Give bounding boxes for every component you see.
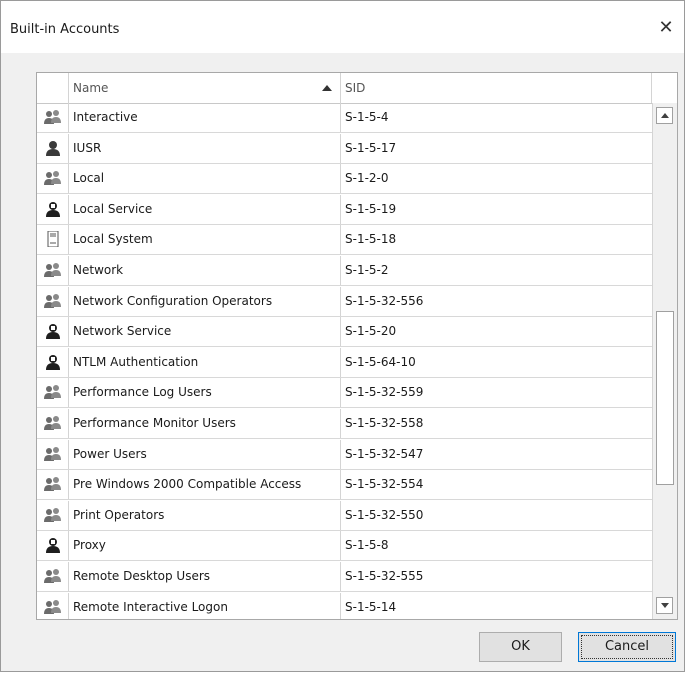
account-name: Remote Interactive Logon [69,592,341,619]
account-sid: S-1-5-19 [345,201,397,216]
account-sid: S-1-5-2 [345,263,389,277]
table-row[interactable]: Local System S-1-5-18 [37,225,652,256]
group-icon [37,256,69,285]
account-name: Performance Log Users [69,378,341,408]
account-name: IUSR [69,133,341,163]
account-sid: S-1-2-0 [345,171,389,186]
grid-header: Name SID [37,73,677,104]
service-account-icon [37,531,69,561]
account-sid: S-1-5-32-555 [345,569,424,583]
account-name: Network Configuration Operators [69,286,341,316]
table-row[interactable]: Network S-1-5-2 [37,256,652,286]
account-sid: S-1-5-32-547 [345,446,424,461]
sid-column-header[interactable]: SID [341,73,652,103]
scroll-down-icon [661,603,669,608]
account-sid: S-1-5-20 [345,324,397,339]
table-row[interactable]: Network Service S-1-5-20 [37,317,652,348]
scroll-up-button[interactable] [656,107,673,124]
service-account-icon [37,317,69,347]
accounts-grid: Name SID Interactive S-1-5-4 IUSR S-1-5-17 L… [36,72,678,620]
grid-rows: Interactive S-1-5-4 IUSR S-1-5-17 Local S-1-2… [37,103,652,619]
group-icon [37,592,69,619]
table-row[interactable]: NTLM Authentication S-1-5-64-10 [37,347,652,378]
scroll-up-icon [661,113,669,118]
group-icon [37,470,69,500]
account-name: Local [69,164,341,194]
sort-ascending-icon [322,85,332,91]
group-icon [37,286,69,316]
account-sid: S-1-5-14 [345,599,397,614]
table-row[interactable]: Local S-1-2-0 [37,164,652,195]
account-sid: S-1-5-8 [345,538,389,553]
group-icon [37,378,69,408]
account-name: Remote Desktop Users [69,562,341,591]
service-account-icon [37,347,69,377]
scroll-down-button[interactable] [656,597,673,614]
title-bar: Built-in Accounts ✕ [1,1,684,53]
account-name: Local Service [69,194,341,224]
account-sid: S-1-5-32-558 [345,416,424,430]
account-sid: S-1-5-32-556 [345,293,424,308]
table-row[interactable]: Remote Desktop Users S-1-5-32-555 [37,562,652,592]
account-name: Power Users [69,439,341,469]
table-row[interactable]: Performance Monitor Users S-1-5-32-558 [37,409,652,439]
group-icon [37,439,69,469]
account-sid: S-1-5-17 [345,140,397,155]
account-name: Network [69,256,341,285]
close-icon[interactable]: ✕ [651,13,681,43]
table-row[interactable]: Interactive S-1-5-4 [37,103,652,133]
icon-column-header [37,73,69,103]
account-sid: S-1-5-32-559 [345,385,424,400]
account-name: Network Service [69,317,341,347]
cancel-button[interactable]: Cancel [578,632,676,662]
account-sid: S-1-5-18 [345,232,397,247]
built-in-accounts-dialog: Built-in Accounts ✕ Name SID Interactive… [0,0,685,672]
account-name: Pre Windows 2000 Compatible Access [69,470,341,500]
scrollbar-header-spacer [652,73,677,103]
table-row[interactable]: Power Users S-1-5-32-547 [37,439,652,470]
table-row[interactable]: Pre Windows 2000 Compatible Access S-1-5-… [37,470,652,501]
name-column-header[interactable]: Name [69,73,341,103]
account-sid: S-1-5-32-554 [345,477,424,492]
service-account-icon [37,194,69,224]
account-name: Performance Monitor Users [69,409,341,438]
ok-button[interactable]: OK [479,632,562,662]
account-name: Proxy [69,531,341,561]
group-icon [37,164,69,194]
table-row[interactable]: Network Configuration Operators S-1-5-32-… [37,286,652,317]
table-row[interactable]: Print Operators S-1-5-32-550 [37,500,652,531]
group-icon [37,409,69,438]
user-icon [37,133,69,163]
table-row[interactable]: Local Service S-1-5-19 [37,194,652,225]
account-sid: S-1-5-32-550 [345,507,424,522]
scrollbar-thumb[interactable] [656,311,674,485]
account-name: Local System [69,225,341,255]
table-row[interactable]: IUSR S-1-5-17 [37,133,652,164]
vertical-scrollbar[interactable] [652,103,677,619]
account-name: Print Operators [69,500,341,530]
account-sid: S-1-5-64-10 [345,354,416,369]
name-column-label: Name [73,81,109,95]
table-row[interactable]: Remote Interactive Logon S-1-5-14 [37,592,652,619]
table-row[interactable]: Performance Log Users S-1-5-32-559 [37,378,652,409]
account-sid: S-1-5-4 [345,110,389,124]
table-row[interactable]: Proxy S-1-5-8 [37,531,652,562]
dialog-title: Built-in Accounts [10,22,120,37]
sid-column-label: SID [345,81,366,95]
account-name: NTLM Authentication [69,347,341,377]
group-icon [37,103,69,132]
group-icon [37,562,69,591]
account-name: Interactive [69,103,341,132]
computer-icon [37,225,69,255]
group-icon [37,500,69,530]
